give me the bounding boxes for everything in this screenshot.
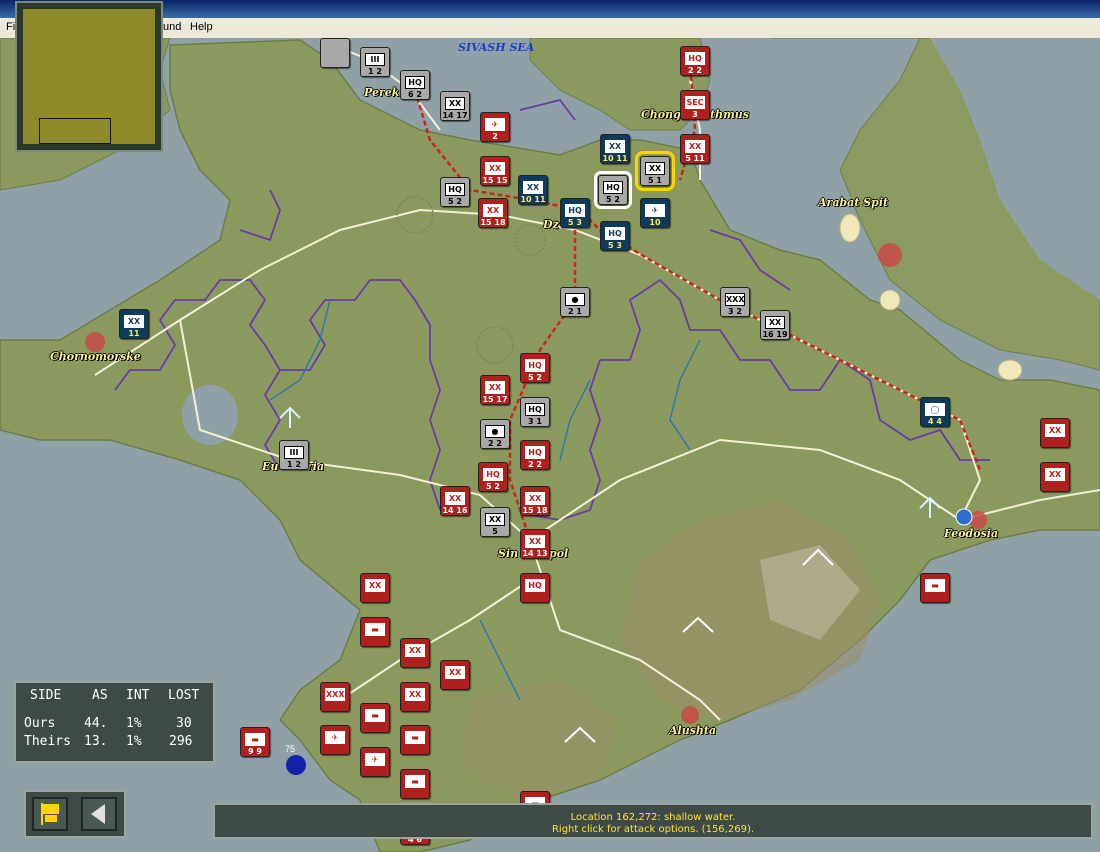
unit-counter[interactable]: HQ 3 1: [520, 397, 550, 427]
unit-counter[interactable]: XX: [440, 660, 470, 690]
unit-counter[interactable]: ▬: [400, 725, 430, 755]
label-isthmus: thmus: [710, 108, 749, 121]
unit-counter[interactable]: XX 15 18: [478, 198, 508, 228]
unit-counter[interactable]: HQ 5 3: [600, 221, 630, 251]
unit-counter[interactable]: XXX 3 2: [720, 287, 750, 317]
label-perekop: Perek: [364, 86, 400, 99]
unit-counter[interactable]: HQ 5 2: [478, 462, 508, 492]
unit-counter[interactable]: XX 5: [480, 507, 510, 537]
label-feodosia: Feodosia: [944, 527, 999, 540]
unit-counter[interactable]: ▬: [360, 617, 390, 647]
unit-counter[interactable]: HQ: [520, 573, 550, 603]
unit-counter[interactable]: HQ 5 3: [560, 198, 590, 228]
status-message-bar: Location 162,272: shallow water. Right c…: [213, 803, 1093, 839]
menu-file[interactable]: Fi: [6, 21, 15, 33]
combat-stats-panel: SIDE AS INT LOST Ours 44. 1% 30 Theirs 1…: [14, 681, 215, 763]
status-line-1: Location 162,272: shallow water.: [570, 812, 736, 823]
label-sivash-sea: SIVASH SEA: [458, 41, 535, 54]
unit-counter[interactable]: [320, 38, 350, 68]
unit-counter[interactable]: SEC 3: [680, 90, 710, 120]
unit-counter[interactable]: XX 15 17: [480, 375, 510, 405]
unit-counter[interactable]: ● 2 2: [480, 419, 510, 449]
unit-counter[interactable]: ✈: [360, 747, 390, 777]
unit-counter[interactable]: ▬: [400, 769, 430, 799]
unit-counter[interactable]: ✈: [320, 725, 350, 755]
back-button[interactable]: [81, 797, 117, 831]
unit-counter[interactable]: XX 15 18: [520, 486, 550, 516]
stats-row-ours-as: 44.: [84, 716, 108, 731]
menu-help[interactable]: Help: [190, 21, 213, 33]
unit-counter[interactable]: HQ 6 2: [400, 70, 430, 100]
unit-counter[interactable]: ✈ 2: [480, 112, 510, 142]
unit-counter[interactable]: XX 15 15: [480, 156, 510, 186]
unit-counter[interactable]: XX: [400, 682, 430, 712]
label-chornomorske: Chornomorske: [50, 350, 141, 363]
unit-counter[interactable]: III 1 2: [360, 47, 390, 77]
stats-header-side: SIDE: [30, 688, 62, 703]
menu-bar: Fi und Help: [0, 18, 1100, 39]
stats-header-as: AS: [92, 688, 108, 703]
arrow-left-icon: [91, 804, 105, 824]
unit-counter[interactable]: XX: [400, 638, 430, 668]
stats-row-ours-int: 1%: [126, 716, 142, 731]
window-title-bar: [0, 0, 1100, 18]
unit-counter[interactable]: XX: [1040, 418, 1070, 448]
unit-counter[interactable]: ● 2 1: [560, 287, 590, 317]
unit-counter[interactable]: XX 11: [119, 309, 149, 339]
unit-counter[interactable]: XX 10 11: [518, 175, 548, 205]
label-alushta: Alushta: [669, 724, 717, 737]
label-dzhankoy: Dz: [543, 218, 559, 231]
stats-row-theirs-int: 1%: [126, 734, 142, 749]
flag-button[interactable]: [32, 797, 68, 831]
unit-counter[interactable]: XX 16 19: [760, 310, 790, 340]
unit-counter[interactable]: III 1 2: [279, 440, 309, 470]
label-evpatoria-b: ria: [307, 460, 325, 473]
stats-header-int: INT: [126, 688, 150, 703]
unit-counter[interactable]: HQ 2 2: [520, 440, 550, 470]
unit-counter[interactable]: XX: [360, 573, 390, 603]
label-chongar: Chong: [641, 108, 681, 121]
stats-row-theirs-side: Theirs: [24, 734, 71, 749]
unit-counter[interactable]: XX 14 13: [520, 529, 550, 559]
label-simferopol-b: pol: [549, 547, 569, 560]
flag-icon: [41, 803, 59, 825]
unit-counter-selected[interactable]: HQ 5 2: [594, 171, 632, 209]
unit-counter[interactable]: XXXX: [320, 682, 351, 712]
status-line-2: Right click for attack options. (156,269…: [551, 824, 755, 835]
unit-counter-active[interactable]: XX 5 1: [635, 151, 675, 191]
unit-counter[interactable]: ✈ 10: [640, 198, 670, 228]
unit-counter[interactable]: XX 10 11: [600, 134, 630, 164]
stats-row-ours-lost: 30: [176, 716, 192, 731]
menu-round[interactable]: und: [163, 21, 181, 33]
unit-counter[interactable]: ▬: [920, 573, 950, 603]
stats-row-ours-side: Ours: [24, 716, 56, 731]
stats-header-lost: LOST: [168, 688, 200, 703]
tool-button-panel: [24, 790, 126, 838]
unit-counter[interactable]: XX 14 17: [440, 91, 470, 121]
stats-row-theirs-lost: 296: [169, 734, 193, 749]
minimap-viewport[interactable]: [39, 118, 111, 144]
unit-counter[interactable]: XX: [1040, 462, 1070, 492]
unit-counter[interactable]: HQ 5 2: [440, 177, 470, 207]
unit-counter[interactable]: ▬: [360, 703, 390, 733]
minimap[interactable]: [15, 1, 163, 152]
label-arabat-spit: Arabat Spit: [818, 196, 889, 209]
stats-row-theirs-as: 13.: [84, 734, 108, 749]
unit-counter[interactable]: HQ 5 2: [520, 353, 550, 383]
unit-counter[interactable]: ▬ 9 9: [240, 727, 270, 757]
label-simferopol-a: Sin: [498, 547, 519, 560]
naval-marker-count: 75: [285, 744, 295, 754]
unit-counter[interactable]: ◯ 4 4: [920, 397, 950, 427]
unit-counter[interactable]: XX 5 11: [680, 134, 710, 164]
unit-counter[interactable]: XX 14 16: [440, 486, 470, 516]
unit-counter[interactable]: HQ 2 2: [680, 46, 710, 76]
label-evpatoria-a: Eu: [262, 460, 279, 473]
